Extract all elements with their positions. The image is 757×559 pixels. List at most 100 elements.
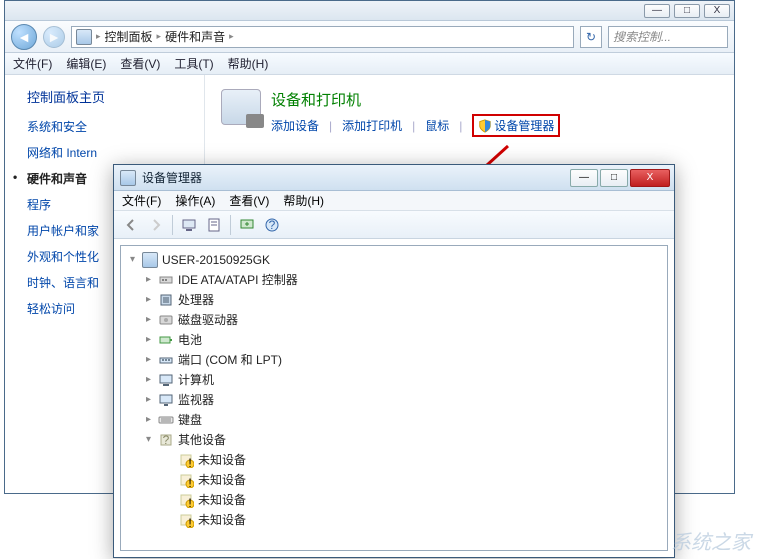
- tb-forward-icon[interactable]: [145, 214, 167, 236]
- port-icon: [158, 352, 174, 368]
- cp-nav-bar: ◄ ► ▸ 控制面板 ▸ 硬件和声音 ▸ ↻ 搜索控制...: [5, 21, 734, 53]
- tree-node[interactable]: ▸ 处理器: [125, 290, 667, 310]
- unknown-icon: !: [178, 452, 194, 468]
- menu-tools[interactable]: 工具(T): [174, 55, 213, 72]
- tb-scan-icon[interactable]: [236, 214, 258, 236]
- tree-label: IDE ATA/ATAPI 控制器: [178, 270, 298, 290]
- svg-text:!: !: [188, 476, 191, 488]
- dm-toolbar: ?: [114, 211, 674, 239]
- tree-node[interactable]: ▸ 键盘: [125, 410, 667, 430]
- cp-titlebar: — □ X: [5, 1, 734, 21]
- svg-text:!: !: [188, 496, 191, 508]
- link-separator: |: [329, 119, 332, 133]
- maximize-button[interactable]: □: [674, 4, 700, 18]
- expander-icon[interactable]: ▸: [143, 315, 154, 326]
- dm-menu-help[interactable]: 帮助(H): [283, 192, 324, 209]
- menu-help[interactable]: 帮助(H): [228, 55, 269, 72]
- tree-node[interactable]: ▸ IDE ATA/ATAPI 控制器: [125, 270, 667, 290]
- nav-back-button[interactable]: ◄: [11, 24, 37, 50]
- breadcrumb-root[interactable]: 控制面板: [105, 28, 153, 45]
- dm-minimize-button[interactable]: —: [570, 169, 598, 187]
- tree-node[interactable]: ▾? 其他设备: [125, 430, 667, 450]
- dm-menu-view[interactable]: 查看(V): [229, 192, 269, 209]
- dm-menu-action[interactable]: 操作(A): [175, 192, 215, 209]
- menu-view[interactable]: 查看(V): [120, 55, 160, 72]
- nav-forward-button[interactable]: ►: [43, 26, 65, 48]
- refresh-button[interactable]: ↻: [580, 26, 602, 48]
- other-icon: ?: [158, 432, 174, 448]
- tree-node[interactable]: ▸ 监视器: [125, 390, 667, 410]
- tree-root[interactable]: ▾USER-20150925GK: [125, 250, 667, 270]
- tree-label: 监视器: [178, 390, 214, 410]
- expander-icon[interactable]: ▸: [143, 355, 154, 366]
- tb-properties-icon[interactable]: [203, 214, 225, 236]
- link-mouse[interactable]: 鼠标: [425, 117, 449, 134]
- tree-label: 磁盘驱动器: [178, 310, 238, 330]
- tree-node[interactable]: ▸ 端口 (COM 和 LPT): [125, 350, 667, 370]
- close-button[interactable]: X: [704, 4, 730, 18]
- svg-text:?: ?: [163, 433, 170, 447]
- breadcrumb-leaf[interactable]: 硬件和声音: [165, 28, 225, 45]
- tree-leaf[interactable]: !未知设备: [125, 490, 667, 510]
- expander-icon[interactable]: ▸: [143, 415, 154, 426]
- sidebar-item[interactable]: 网络和 Intern: [27, 144, 204, 161]
- dm-tree-panel: ▾USER-20150925GK ▸ IDE ATA/ATAPI 控制器 ▸ 处理器 ▸ 磁…: [120, 245, 668, 551]
- tree-node[interactable]: ▸ 磁盘驱动器: [125, 310, 667, 330]
- computer-icon: [158, 372, 174, 388]
- cpu-icon: [158, 292, 174, 308]
- expander-icon[interactable]: ▸: [143, 335, 154, 346]
- tree-label: 未知设备: [198, 510, 246, 530]
- unknown-icon: !: [178, 512, 194, 528]
- sidebar-title[interactable]: 控制面板主页: [27, 87, 204, 106]
- tree-node[interactable]: ▸ 电池: [125, 330, 667, 350]
- tb-back-icon[interactable]: [120, 214, 142, 236]
- address-bar[interactable]: ▸ 控制面板 ▸ 硬件和声音 ▸: [71, 26, 574, 48]
- search-input[interactable]: 搜索控制...: [608, 26, 728, 48]
- expander-icon[interactable]: ▾: [127, 255, 138, 266]
- link-separator: |: [459, 119, 462, 133]
- tree-label: 未知设备: [198, 470, 246, 490]
- crumb-sep-icon: ▸: [157, 31, 162, 42]
- dm-title: 设备管理器: [142, 169, 570, 186]
- ide-icon: [158, 272, 174, 288]
- crumb-sep-icon: ▸: [229, 31, 234, 42]
- tb-computer-icon[interactable]: [178, 214, 200, 236]
- unknown-icon: !: [178, 492, 194, 508]
- toolbar-separator: [172, 215, 173, 235]
- tree-node[interactable]: ▸ 计算机: [125, 370, 667, 390]
- devices-printers-icon: [221, 89, 261, 125]
- tree-label: 端口 (COM 和 LPT): [178, 350, 282, 370]
- tree-label: 电池: [178, 330, 202, 350]
- expander-icon[interactable]: ▸: [143, 375, 154, 386]
- tree-label: 键盘: [178, 410, 202, 430]
- dm-maximize-button[interactable]: □: [600, 169, 628, 187]
- tree-label: 处理器: [178, 290, 214, 310]
- tree-leaf[interactable]: !未知设备: [125, 450, 667, 470]
- category-links: 添加设备 | 添加打印机 | 鼠标 | 设备管理器: [271, 114, 560, 137]
- expander-icon[interactable]: ▸: [143, 395, 154, 406]
- dm-app-icon: [120, 170, 136, 186]
- link-device-manager[interactable]: 设备管理器: [494, 117, 554, 134]
- category-title[interactable]: 设备和打印机: [271, 89, 560, 110]
- tb-help-icon[interactable]: ?: [261, 214, 283, 236]
- link-add-device[interactable]: 添加设备: [271, 117, 319, 134]
- keyboard-icon: [158, 412, 174, 428]
- sidebar-item[interactable]: 系统和安全: [27, 118, 204, 135]
- expander-icon[interactable]: ▾: [143, 435, 154, 446]
- tree-leaf[interactable]: ! 未知设备: [125, 470, 667, 490]
- expander-icon[interactable]: ▸: [143, 295, 154, 306]
- menu-edit[interactable]: 编辑(E): [66, 55, 106, 72]
- dm-titlebar: 设备管理器 — □ X: [114, 165, 674, 191]
- dm-menu-file[interactable]: 文件(F): [122, 192, 161, 209]
- minimize-button[interactable]: —: [644, 4, 670, 18]
- link-add-printer[interactable]: 添加打印机: [342, 117, 402, 134]
- unknown-icon: !: [178, 472, 194, 488]
- tree-leaf[interactable]: !未知设备: [125, 510, 667, 530]
- dm-close-button[interactable]: X: [630, 169, 670, 187]
- tree-label: 计算机: [178, 370, 214, 390]
- menu-file[interactable]: 文件(F): [13, 55, 52, 72]
- tree-label: 其他设备: [178, 430, 226, 450]
- expander-icon[interactable]: ▸: [143, 275, 154, 286]
- category-devices: 设备和打印机 添加设备 | 添加打印机 | 鼠标 | 设备管理器: [221, 89, 718, 137]
- expander-placeholder: [163, 515, 174, 526]
